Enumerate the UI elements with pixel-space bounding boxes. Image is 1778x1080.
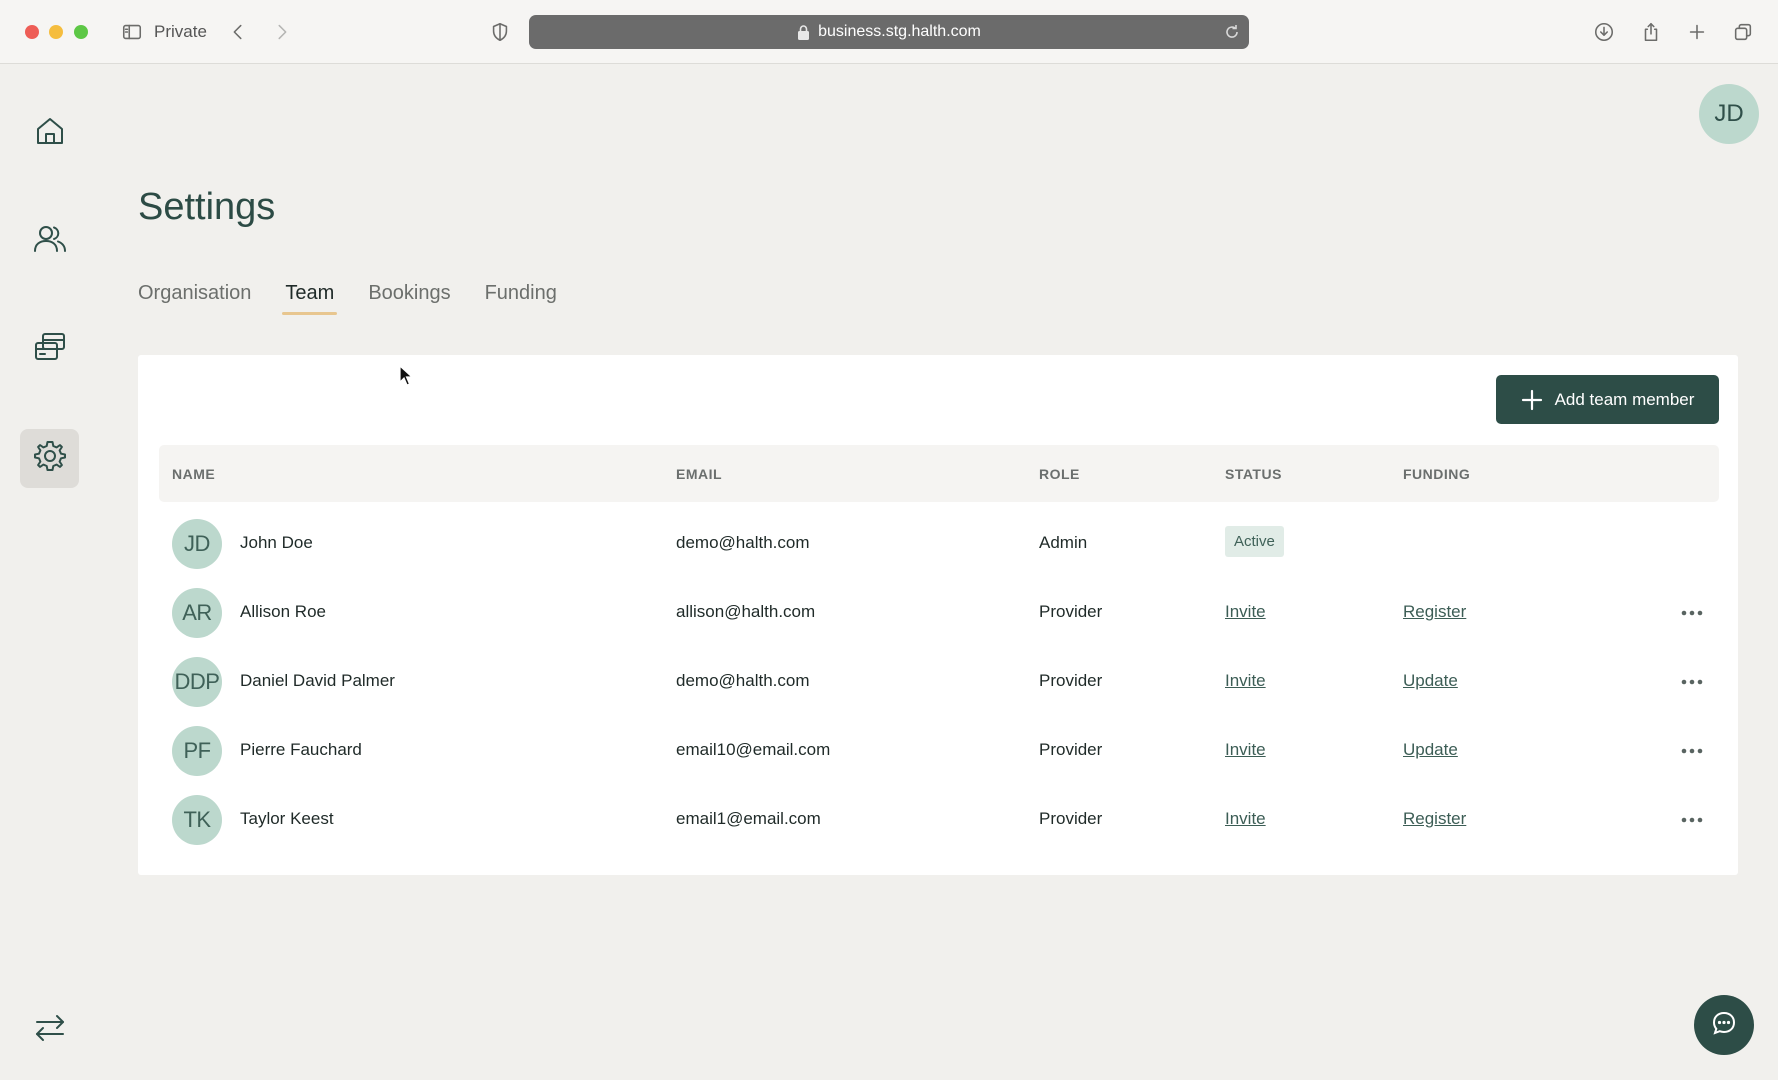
- avatar: PF: [172, 726, 222, 776]
- tab-organisation[interactable]: Organisation: [138, 282, 251, 315]
- funding-link[interactable]: Update: [1403, 740, 1458, 760]
- member-role: Provider: [1039, 602, 1103, 621]
- column-header-role: ROLE: [1039, 466, 1080, 482]
- tab-team[interactable]: Team: [282, 282, 338, 315]
- more-options-icon[interactable]: [1680, 603, 1704, 623]
- table-row[interactable]: AR Allison Roe allison@halth.com Provide…: [159, 578, 1719, 647]
- more-options-icon[interactable]: [1680, 672, 1704, 692]
- table-row[interactable]: TK Taylor Keest email1@email.com Provide…: [159, 785, 1719, 854]
- users-icon: [33, 222, 67, 261]
- gear-icon: [33, 439, 67, 478]
- member-email: email10@email.com: [676, 740, 831, 759]
- member-role: Provider: [1039, 740, 1103, 759]
- column-header-funding: FUNDING: [1403, 466, 1471, 482]
- status-badge: Active: [1225, 526, 1284, 557]
- minimize-window-button[interactable]: [49, 25, 63, 39]
- invite-link[interactable]: Invite: [1225, 809, 1266, 829]
- invite-link[interactable]: Invite: [1225, 602, 1266, 622]
- member-name: Taylor Keest: [240, 809, 334, 828]
- member-role: Provider: [1039, 671, 1103, 690]
- avatar: AR: [172, 588, 222, 638]
- invite-link[interactable]: Invite: [1225, 671, 1266, 691]
- avatar: TK: [172, 795, 222, 845]
- private-label: Private: [154, 22, 207, 41]
- avatar: JD: [172, 519, 222, 569]
- sidebar-item-people[interactable]: [20, 212, 79, 271]
- member-email: email1@email.com: [676, 809, 821, 828]
- column-header-status: STATUS: [1225, 466, 1282, 482]
- member-role: Admin: [1039, 533, 1088, 552]
- add-team-member-button[interactable]: Add team member: [1496, 375, 1719, 424]
- sidebar-item-bookings[interactable]: [20, 320, 79, 379]
- member-name: John Doe: [240, 533, 313, 552]
- table-header: NAME EMAIL ROLE STATUS FUNDING: [159, 445, 1719, 502]
- tab-funding[interactable]: Funding: [485, 282, 557, 315]
- share-icon[interactable]: [1639, 20, 1663, 44]
- column-header-email: EMAIL: [676, 466, 723, 482]
- forward-icon[interactable]: [270, 20, 294, 44]
- lock-icon: [797, 25, 810, 40]
- browser-toolbar: Private business.stg.halth.com: [0, 0, 1778, 64]
- sidebar-switch-button[interactable]: [20, 1001, 79, 1060]
- plus-icon: [1521, 389, 1542, 410]
- tab-bookings[interactable]: Bookings: [368, 282, 450, 315]
- sidebar-toggle-icon[interactable]: [120, 20, 144, 44]
- more-options-icon[interactable]: [1680, 810, 1704, 830]
- invite-link[interactable]: Invite: [1225, 740, 1266, 760]
- sidebar-item-settings[interactable]: [20, 429, 79, 488]
- chat-bubble-icon: [1710, 1009, 1738, 1042]
- member-name: Daniel David Palmer: [240, 671, 395, 690]
- table-row[interactable]: DDP Daniel David Palmer demo@halth.com P…: [159, 647, 1719, 716]
- team-card: Add team member NAME EMAIL ROLE STATUS F…: [138, 355, 1738, 875]
- url-text: business.stg.halth.com: [818, 23, 981, 40]
- reload-icon[interactable]: [1223, 23, 1241, 41]
- funding-link[interactable]: Update: [1403, 671, 1458, 691]
- member-email: allison@halth.com: [676, 602, 816, 621]
- tab-overview-icon[interactable]: [1731, 20, 1755, 44]
- swap-arrows-icon: [33, 1011, 67, 1050]
- member-name: Pierre Fauchard: [240, 740, 362, 759]
- settings-tabs: Organisation Team Bookings Funding: [138, 282, 591, 315]
- home-icon: [33, 114, 67, 153]
- funding-link[interactable]: Register: [1403, 602, 1466, 622]
- add-team-member-label: Add team member: [1554, 389, 1695, 409]
- shield-icon[interactable]: [488, 20, 512, 44]
- table-row[interactable]: JD John Doe demo@halth.com Admin Active: [159, 509, 1719, 578]
- close-window-button[interactable]: [25, 25, 39, 39]
- avatar: DDP: [172, 657, 222, 707]
- member-role: Provider: [1039, 809, 1103, 828]
- new-tab-icon[interactable]: [1685, 20, 1709, 44]
- sidebar-item-home[interactable]: [20, 104, 79, 163]
- user-avatar[interactable]: JD: [1699, 84, 1759, 144]
- column-header-name: NAME: [172, 466, 216, 482]
- member-email: demo@halth.com: [676, 671, 810, 690]
- chat-button[interactable]: [1694, 995, 1754, 1055]
- member-name: Allison Roe: [240, 602, 326, 621]
- mouse-cursor-icon: [399, 365, 414, 386]
- member-email: demo@halth.com: [676, 533, 810, 552]
- cards-icon: [33, 330, 67, 369]
- page-title: Settings: [138, 186, 276, 228]
- address-bar[interactable]: business.stg.halth.com: [529, 15, 1249, 49]
- funding-link[interactable]: Register: [1403, 809, 1466, 829]
- back-icon[interactable]: [226, 20, 250, 44]
- table-row[interactable]: PF Pierre Fauchard email10@email.com Pro…: [159, 716, 1719, 785]
- download-icon[interactable]: [1592, 20, 1616, 44]
- more-options-icon[interactable]: [1680, 741, 1704, 761]
- maximize-window-button[interactable]: [74, 25, 88, 39]
